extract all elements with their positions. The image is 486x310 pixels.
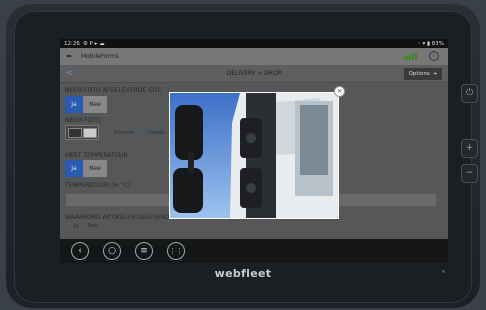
nav-bar: < DELIVERY > DROP Options + [60,65,448,83]
q3-yes-button[interactable]: Ja [65,160,83,177]
navigation-keys: ‹ ○ ≡ ⋮⋮ [60,239,448,263]
thumbnail-1[interactable] [68,128,82,138]
brand-logo: webfleet [214,267,272,280]
delete-button[interactable]: Delete [148,130,164,136]
question-guarantee-items: WAARBORG ARTIKELEN GELEVERD [65,214,170,221]
photo-preview-image [170,93,338,218]
photo-preview-dialog [169,92,339,219]
power-button[interactable]: ⏻ [461,84,478,103]
info-icon[interactable]: i [429,51,439,61]
home-key-icon[interactable]: ○ [103,242,121,260]
app-bar: ✒ MobileForms i [60,48,448,65]
preview-button[interactable]: Preview [114,130,133,136]
volume-up-button[interactable]: + [461,139,478,158]
q3-no-button[interactable]: Nee [83,160,107,177]
screen: 12:26 ⚙ P ▸ ☁ ◦ ▾ ▮ 83% ✒ MobileForms i … [60,39,448,263]
apps-key-icon[interactable]: ⋮⋮ [167,242,185,260]
volume-down-button[interactable]: − [461,164,478,183]
question-take-photo: NEEM FOTO [65,117,101,124]
back-key-icon[interactable]: ‹ [71,242,89,260]
status-bar: 12:26 ⚙ P ▸ ☁ ◦ ▾ ▮ 83% [60,39,448,48]
mobileforms-logo-icon: ✒ [66,52,73,61]
question-temperature: TEMPERATUUR (in °C) [65,182,131,189]
q1-yes-button[interactable]: Ja [65,96,83,113]
options-label: Options [408,71,430,77]
app-title: MobileForms [81,53,119,60]
clock: 12:26 [64,40,80,47]
signal-icon [403,53,417,60]
options-button[interactable]: Options + [404,68,442,80]
question-measure-temp: MEET TEMPERATUUR [65,152,128,159]
q5-yes-button[interactable]: Ja [74,223,79,229]
breadcrumb: DELIVERY > DROP [226,70,282,77]
recents-key-icon[interactable]: ≡ [135,242,153,260]
delete-icon[interactable]: ✕ [142,130,146,136]
battery-status: ◦ ▾ ▮ 83% [417,40,444,47]
question-photo-delivered: NEEM FOTO AFGELEVERDE GOE [65,87,162,94]
q5-no-button[interactable]: Nee [88,223,98,229]
q1-no-button[interactable]: Nee [83,96,107,113]
notification-icons: ⚙ P ▸ ☁ [82,40,105,47]
photo-thumbnails[interactable] [65,125,99,140]
plus-icon: + [432,71,438,77]
thumbnail-2[interactable] [83,128,97,138]
close-icon[interactable]: × [334,86,345,97]
